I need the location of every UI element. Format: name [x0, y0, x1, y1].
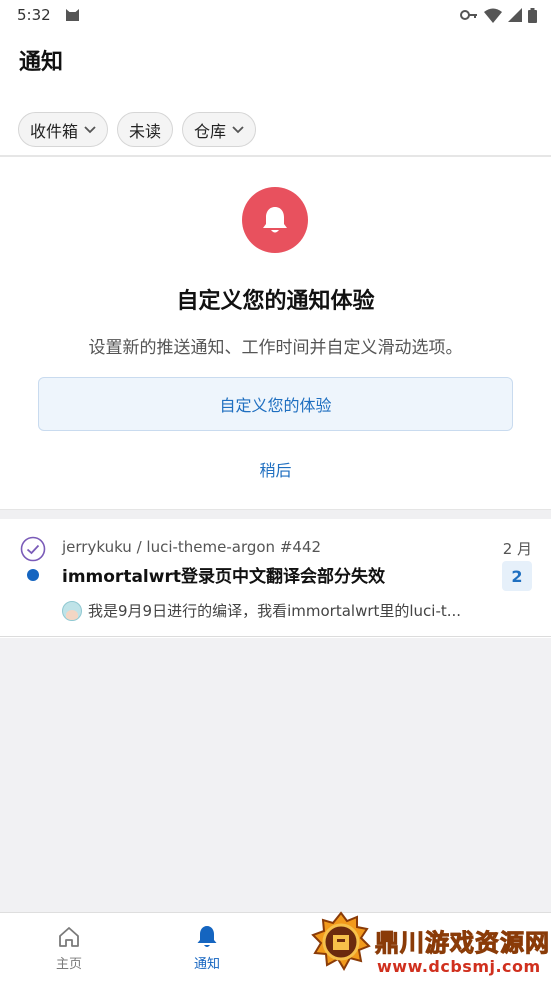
status-time: 5:32 [17, 6, 51, 24]
comment-count-badge: 2 [502, 561, 532, 591]
filter-unread[interactable]: 未读 [117, 112, 174, 147]
nav-notifications[interactable]: 通知 [138, 913, 276, 982]
status-icons [460, 7, 537, 23]
bell-icon [242, 187, 308, 253]
filter-repository-label: 仓库 [194, 121, 227, 141]
filter-inbox-label: 收件箱 [30, 121, 79, 141]
customize-experience-button[interactable]: 自定义您的体验 [38, 377, 513, 431]
nav-home-label: 主页 [55, 956, 82, 972]
notification-title: immortalwrt登录页中文翻译会部分失效 [62, 567, 385, 587]
vpn-key-icon [460, 10, 477, 20]
watermark-url: www.dcbsmj.com [377, 957, 541, 976]
watermark-name: 鼎川游戏资源网 [375, 929, 550, 958]
filter-bar: 收件箱 未读 仓库 [18, 112, 257, 147]
watermark-logo [311, 911, 371, 972]
notification-item[interactable]: jerrykuku / luci-theme-argon #442 2 月 im… [0, 519, 551, 637]
notification-preview-text: 我是9月9日进行的编译，我看immortalwrt里的luci-t... [88, 602, 462, 620]
bell-icon [197, 926, 217, 947]
empty-list-area [0, 638, 551, 912]
cat-icon [65, 8, 80, 22]
chevron-down-icon [84, 125, 96, 133]
notification-repo: jerrykuku / luci-theme-argon #442 [62, 538, 322, 556]
filter-inbox[interactable]: 收件箱 [18, 112, 109, 147]
section-gap [0, 509, 551, 519]
chevron-down-icon [232, 125, 244, 133]
promo-title: 自定义您的通知体验 [176, 289, 375, 314]
customize-promo-card: 自定义您的通知体验 设置新的推送通知、工作时间并自定义滑动选项。 自定义您的体验… [0, 157, 551, 509]
later-button[interactable]: 稍后 [0, 457, 551, 481]
check-circle-icon[interactable] [20, 536, 46, 562]
battery-icon [528, 7, 537, 23]
site-watermark: 鼎川游戏资源网 www.dcbsmj.com [305, 905, 551, 982]
page-title: 通知 [19, 50, 64, 75]
nav-home[interactable]: 主页 [0, 913, 138, 982]
filter-unread-label: 未读 [129, 121, 162, 141]
status-bar: 5:32 [0, 0, 551, 30]
home-icon [59, 926, 79, 947]
notification-preview: 我是9月9日进行的编译，我看immortalwrt里的luci-t... [62, 600, 512, 621]
avatar [62, 600, 82, 621]
signal-icon [508, 8, 522, 22]
notification-date: 2 月 [502, 540, 532, 558]
unread-dot [27, 569, 39, 581]
nav-notifications-label: 通知 [193, 957, 220, 972]
filter-repository[interactable]: 仓库 [182, 112, 257, 147]
promo-description: 设置新的推送通知、工作时间并自定义滑动选项。 [88, 338, 463, 358]
wifi-icon [484, 8, 502, 23]
